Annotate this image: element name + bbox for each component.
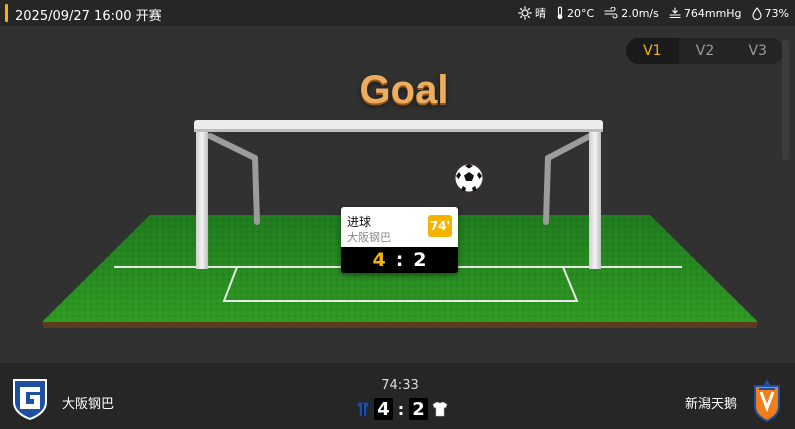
albirex-niigata-crest-icon bbox=[754, 379, 780, 422]
wind-icon bbox=[604, 7, 618, 19]
away-kit-icon bbox=[432, 401, 448, 417]
weather-humidity: 73% bbox=[751, 6, 789, 20]
scoreboard-bar: 大阪钢巴 74:33 4 : 2 新潟天鹅 bbox=[0, 363, 795, 429]
scrollbar[interactable] bbox=[782, 40, 789, 160]
soccer-ball-icon bbox=[453, 162, 485, 194]
goal-event-card: 进球 大阪钢巴 74' 4 : 2 bbox=[341, 207, 458, 273]
event-score-separator: : bbox=[395, 249, 404, 271]
version-tabs: V1 V2 V3 bbox=[626, 38, 784, 64]
top-bar: 2025/09/27 16:00 开赛 晴 20°C 2.0m/s 764mmH… bbox=[0, 0, 795, 26]
event-team: 大阪钢巴 bbox=[347, 231, 391, 244]
weather-temperature: 20°C bbox=[556, 6, 594, 20]
event-score: 4 : 2 bbox=[341, 247, 458, 273]
match-datetime: 2025/09/27 16:00 开赛 bbox=[15, 9, 162, 24]
temperature-text: 20°C bbox=[567, 6, 595, 20]
thermometer-icon bbox=[557, 6, 563, 20]
match-clock: 74:33 bbox=[381, 378, 419, 393]
event-home-score: 4 bbox=[372, 249, 386, 271]
match-score: 4 : 2 bbox=[356, 398, 448, 420]
animation-stage: Goal 进球 大阪钢巴 74' 4 : 2 V1 V2 V3 bbox=[0, 26, 795, 363]
weather-pressure: 764mmHg bbox=[669, 7, 742, 20]
humidity-text: 73% bbox=[764, 6, 789, 20]
away-score: 2 bbox=[409, 398, 428, 420]
away-team-name: 新潟天鹅 bbox=[685, 397, 738, 412]
tab-v2[interactable]: V2 bbox=[679, 38, 732, 64]
wind-text: 2.0m/s bbox=[621, 6, 659, 20]
goal-title: Goal bbox=[359, 68, 449, 112]
event-away-score: 2 bbox=[413, 249, 427, 271]
humidity-icon bbox=[751, 6, 762, 20]
goal-event-info: 进球 大阪钢巴 74' bbox=[341, 207, 458, 247]
pressure-icon bbox=[669, 7, 681, 19]
weather-info: 晴 20°C 2.0m/s 764mmHg 73% bbox=[518, 5, 789, 21]
accent-bar bbox=[5, 4, 8, 22]
tab-v1[interactable]: V1 bbox=[626, 38, 679, 64]
weather-condition: 晴 bbox=[518, 5, 546, 21]
score-separator: : bbox=[397, 399, 405, 419]
event-type: 进球 bbox=[347, 215, 372, 229]
event-minute-badge: 74' bbox=[428, 215, 452, 237]
tab-v3[interactable]: V3 bbox=[731, 38, 784, 64]
home-kit-icon bbox=[356, 401, 370, 417]
weather-wind: 2.0m/s bbox=[604, 7, 659, 20]
home-team-name: 大阪钢巴 bbox=[62, 397, 115, 412]
sun-icon bbox=[518, 6, 532, 20]
weather-condition-text: 晴 bbox=[535, 7, 547, 20]
pressure-text: 764mmHg bbox=[683, 6, 742, 20]
home-score: 4 bbox=[374, 398, 393, 420]
gamba-osaka-crest-icon bbox=[13, 379, 47, 420]
